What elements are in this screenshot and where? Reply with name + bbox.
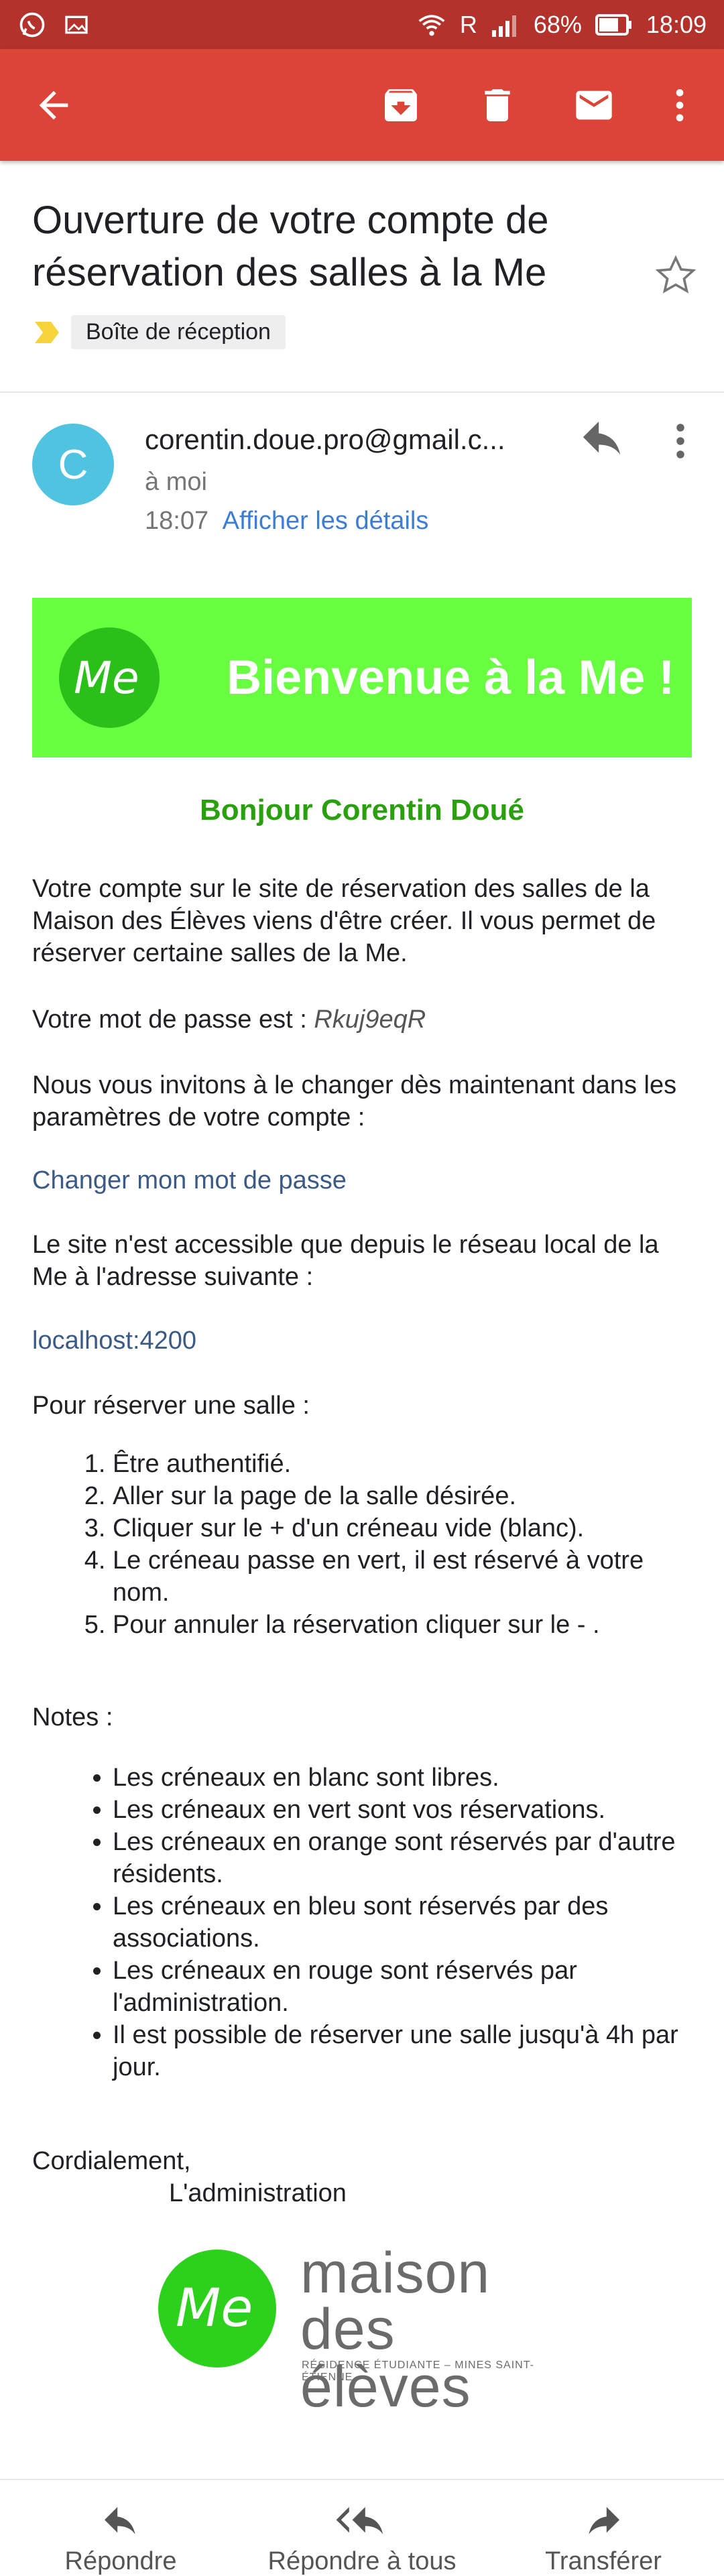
step-item: Pour annuler la réservation cliquer sur … [113, 1609, 692, 1641]
note-item: Il est possible de réserver une salle ju… [113, 2019, 692, 2083]
note-item: Les créneaux en blanc sont libres. [113, 1762, 692, 1794]
reply-icon [105, 2507, 135, 2534]
steps-list: Être authentifié. Aller sur la page de l… [32, 1448, 692, 1641]
bottom-divider [0, 2479, 724, 2480]
header-divider [0, 391, 724, 393]
more-vert-icon[interactable] [658, 84, 701, 127]
footer-logo-glyph: Me [176, 2278, 253, 2339]
step-item: Être authentifié. [113, 1448, 692, 1480]
reply-label: Répondre [64, 2547, 177, 2575]
app-bar [0, 49, 724, 161]
notes-title: Notes : [32, 1703, 113, 1731]
mark-unread-icon[interactable] [572, 84, 615, 127]
localhost-link-row: localhost:4200 [32, 1325, 692, 1357]
step-item: Le créneau passe en vert, il est réservé… [113, 1544, 692, 1609]
signature: L'administration [169, 2179, 347, 2207]
clock: 18:09 [646, 10, 707, 38]
gallery-icon [65, 15, 88, 34]
whatsapp-icon [19, 12, 45, 37]
footer-logo-line1: maison [300, 2241, 491, 2305]
email-subject: Ouverture de votre compte de réservation… [32, 198, 549, 294]
notes-list: Les créneaux en blanc sont libres. Les c… [32, 1762, 692, 2083]
change-password-link-row: Changer mon mot de passe [32, 1164, 692, 1197]
intro-paragraph: Votre compte sur le site de réservation … [32, 875, 656, 967]
message-more-icon[interactable] [667, 421, 694, 461]
wifi-icon [418, 14, 445, 36]
battery-percent: 68% [533, 10, 582, 38]
password-label: Votre mot de passe est : [32, 1005, 314, 1034]
archive-icon[interactable] [379, 84, 422, 127]
svg-text:Me: Me [176, 2278, 253, 2339]
access-info-paragraph: Le site n'est accessible que depuis le r… [32, 1231, 659, 1291]
note-item: Les créneaux en vert sont vos réservatio… [113, 1794, 692, 1826]
carrier-indicator: R [459, 10, 477, 38]
reply-all-label: Répondre à tous [267, 2547, 457, 2575]
step-item: Cliquer sur le + d'un créneau vide (blan… [113, 1512, 692, 1544]
back-arrow-icon[interactable] [32, 84, 75, 127]
reply-all-button[interactable]: Répondre à tous [248, 2507, 476, 2576]
reply-button[interactable]: Répondre [40, 2507, 201, 2576]
forward-icon [589, 2507, 619, 2534]
footer-logo-tagline: RÉSIDENCE ÉTUDIANTE – MINES SAINT-ÉTIENN… [302, 2359, 534, 2383]
battery-icon [595, 13, 631, 36]
password-line: Votre mot de passe est : Rkuj9eqR [32, 1003, 692, 1036]
reply-icon[interactable] [579, 421, 626, 461]
status-bar: R 68% 18:09 [0, 0, 724, 49]
reserve-title: Pour réserver une salle : [32, 1392, 310, 1420]
footer-logo-line2: des élèves [300, 2297, 471, 2419]
star-icon[interactable] [654, 253, 698, 298]
me-logo: Me [59, 627, 160, 728]
change-invite-paragraph: Nous vous invitons à le changer dès main… [32, 1071, 677, 1131]
banner-title: Bienvenue à la Me ! [227, 651, 675, 704]
signal-icon [491, 15, 516, 37]
importance-marker-icon [35, 321, 59, 343]
sender-avatar[interactable]: C [32, 424, 114, 505]
maison-des-eleves-logo: Me maison des élèves RÉSIDENCE ÉTUDIANTE… [158, 2241, 574, 2416]
note-item: Les créneaux en bleu sont réservés par d… [113, 1890, 692, 1955]
notes-list-wrap: Les créneaux en blanc sont libres. Les c… [32, 1762, 692, 2083]
recipient-text: à moi [145, 468, 207, 496]
change-password-link[interactable]: Changer mon mot de passe [32, 1166, 347, 1194]
forward-button[interactable]: Transférer [523, 2507, 684, 2576]
note-item: Les créneaux en rouge sont réservés par … [113, 1955, 692, 2019]
note-item: Les créneaux en orange sont réservés par… [113, 1826, 692, 1890]
svg-text:Me: Me [74, 652, 139, 704]
localhost-link[interactable]: localhost:4200 [32, 1327, 196, 1355]
bottom-action-bar: Répondre Répondre à tous Transférer [0, 2507, 724, 2576]
footer-logo-mark: Me [158, 2250, 276, 2368]
show-details-link[interactable]: Afficher les détails [223, 507, 429, 535]
password-value: Rkuj9eqR [314, 1005, 426, 1034]
step-item: Aller sur la page de la salle désirée. [113, 1480, 692, 1512]
label-row: Boîte de réception [32, 315, 286, 349]
reply-all-icon [336, 2507, 383, 2534]
inbox-label-chip[interactable]: Boîte de réception [71, 315, 286, 349]
sent-time-row: 18:07 Afficher les détails [145, 507, 428, 536]
me-logo-mark: Me [74, 652, 139, 704]
greeting: Bonjour Corentin Doué [200, 794, 524, 826]
steps-list-wrap: Être authentifié. Aller sur la page de l… [32, 1448, 692, 1641]
signoff: Cordialement, [32, 2147, 191, 2175]
sent-time: 18:07 [145, 507, 209, 535]
delete-icon[interactable] [476, 84, 519, 127]
sender-address[interactable]: corentin.doue.pro@gmail.c... [145, 424, 560, 456]
forward-label: Transférer [545, 2547, 662, 2575]
welcome-banner: Me Bienvenue à la Me ! [32, 598, 692, 757]
